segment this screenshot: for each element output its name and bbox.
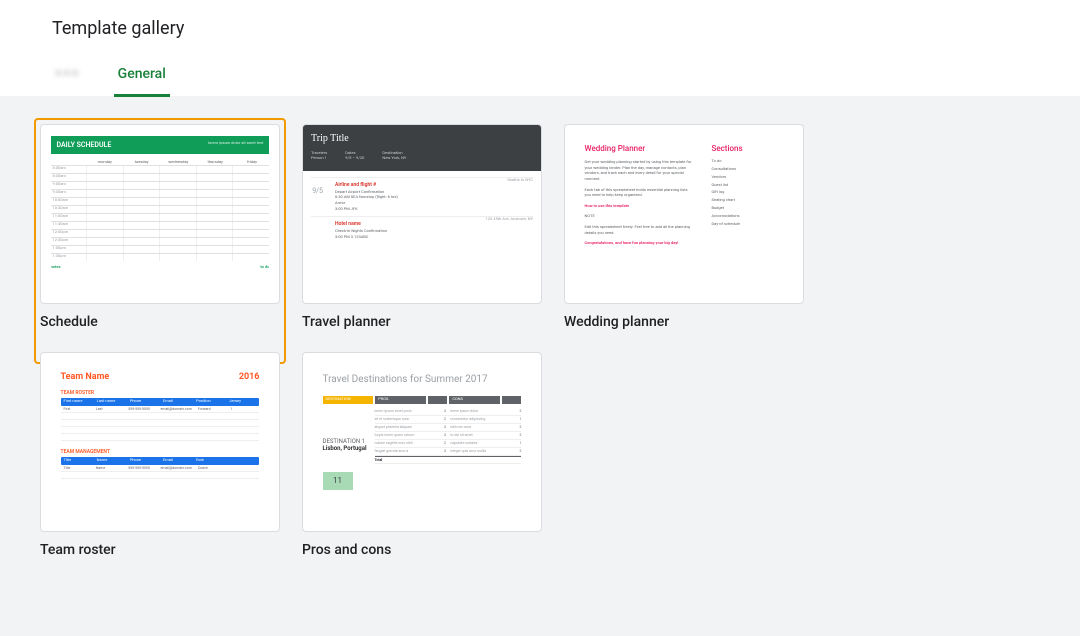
thumb-banner-right: lorem ipsum dolor sit amet text — [208, 141, 264, 149]
thumb-wed-sections: Sections — [711, 144, 783, 154]
template-label: Travel planner — [302, 314, 542, 330]
tab-bar: • • • General — [52, 57, 1028, 96]
template-team-roster[interactable]: Team Name 2016 TEAM ROSTER First name La… — [40, 352, 280, 558]
thumb-trip-title: Trip Title — [311, 133, 533, 145]
template-travel-planner[interactable]: Trip Title TravelersPerson 1 Dates9/5 – … — [302, 124, 542, 330]
template-label: Wedding planner — [564, 314, 804, 330]
template-pros-cons[interactable]: Travel Destinations for Summer 2017 DEST… — [302, 352, 542, 558]
template-schedule[interactable]: DAILY SCHEDULE lorem ipsum dolor sit ame… — [40, 124, 280, 330]
thumb-banner-title: DAILY SCHEDULE — [57, 141, 112, 149]
template-label: Pros and cons — [302, 542, 542, 558]
thumb-pc-score: 11 — [323, 472, 353, 490]
template-thumbnail[interactable]: Travel Destinations for Summer 2017 DEST… — [302, 352, 542, 532]
template-label: Schedule — [40, 314, 280, 330]
thumb-team-name: Team Name — [61, 372, 110, 383]
page-title: Template gallery — [52, 18, 1028, 39]
tab-general[interactable]: General — [114, 58, 170, 97]
template-thumbnail[interactable]: Trip Title TravelersPerson 1 Dates9/5 – … — [302, 124, 542, 304]
template-thumbnail[interactable]: DAILY SCHEDULE lorem ipsum dolor sit ame… — [40, 124, 280, 304]
template-wedding-planner[interactable]: Wedding Planner Get your wedding plannin… — [564, 124, 804, 330]
thumb-team-year: 2016 — [239, 372, 260, 383]
tab-org[interactable]: • • • — [52, 58, 82, 97]
template-label: Team roster — [40, 542, 280, 558]
template-thumbnail[interactable]: Wedding Planner Get your wedding plannin… — [564, 124, 804, 304]
thumb-pc-title: Travel Destinations for Summer 2017 — [323, 374, 522, 386]
template-gallery: DAILY SCHEDULE lorem ipsum dolor sit ame… — [0, 96, 1080, 636]
thumb-wed-title: Wedding Planner — [585, 144, 694, 154]
template-thumbnail[interactable]: Team Name 2016 TEAM ROSTER First name La… — [40, 352, 280, 532]
